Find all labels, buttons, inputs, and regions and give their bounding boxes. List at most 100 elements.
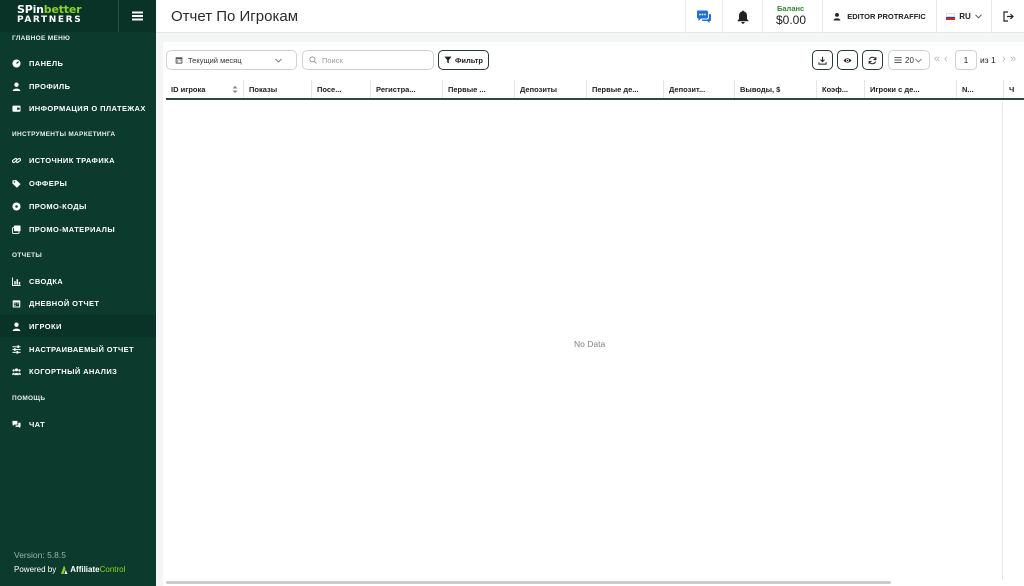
sidebar-item-label: ИГРОКИ [29,321,62,331]
hamburger-icon [132,15,143,17]
first-page-button[interactable]: « [934,54,940,65]
filter-icon [444,56,452,64]
column-header-deposit-amount[interactable]: Депозит... [664,80,735,98]
sidebar-item-traffic-source[interactable]: ИСТОЧНИК ТРАФИКА [0,149,156,171]
sidebar-item-label: ОФФЕРЫ [29,178,68,188]
download-icon [818,56,827,65]
sidebar-item-label: ПРОМО-МАТЕРИАЛЫ [29,224,116,234]
sidebar-item-label: ПАНЕЛЬ [29,58,64,68]
sidebar-item-daily-report[interactable]: ДНЕВНОЙ ОТЧЕТ [0,292,156,314]
prev-page-button[interactable]: ‹ [944,54,948,65]
calendar-icon [12,299,21,308]
list-icon [894,57,902,63]
brand-logo[interactable]: SPinbetter PARTNERS [17,4,82,25]
columns-visibility-button[interactable] [837,50,858,70]
calendar-icon [175,57,183,64]
chevron-down-icon [974,14,982,19]
table-header: ID игрока Показы Посе... Регистра... Пер… [166,80,1024,100]
sidebar-item-players[interactable]: ИГРОКИ [0,315,156,337]
column-label: Показы [249,84,278,94]
tag-icon [12,179,21,188]
filter-button[interactable]: Фильтр [438,50,489,70]
sidebar-item-promo-codes[interactable]: ПРОМО-КОДЫ [0,195,156,217]
sidebar-item-cohort-analysis[interactable]: КОГОРТНЫЙ АНАЛИЗ [0,360,156,382]
search-field[interactable] [302,50,434,70]
section-title-reports: ОТЧЕТЫ [12,252,43,259]
refresh-button[interactable] [862,50,883,70]
column-header-registrations[interactable]: Регистра... [371,80,443,98]
chevron-down-icon [915,58,922,63]
sidebar-item-label: ДНЕВНОЙ ОТЧЕТ [29,298,100,308]
sidebar-item-payment-info[interactable]: ИНФОРМАЦИЯ О ПЛАТЕЖАХ [0,97,156,119]
column-label: Коэф... [822,84,849,94]
search-input[interactable] [322,55,422,65]
double-chevron-right-icon: » [1010,53,1017,65]
notifications-button[interactable] [722,0,762,33]
column-header-players-with-deposits[interactable]: Игроки с де... [865,80,957,98]
column-label: Ч [1009,84,1015,94]
sidebar: SPinbetter PARTNERS ГЛАВНОЕ МЕНЮ ПАНЕЛЬ … [0,0,156,586]
wallet-icon [12,104,21,113]
column-header-withdrawals[interactable]: Выводы, $ [735,80,817,98]
images-icon [12,225,21,234]
column-header-coefficient[interactable]: Коэф... [817,80,865,98]
russia-flag-icon [946,13,956,21]
user-icon [12,82,21,91]
column-header-player-id[interactable]: ID игрока [166,80,244,98]
bell-icon [737,10,748,24]
sidebar-item-label: ИНФОРМАЦИЯ О ПЛАТЕЖАХ [29,103,146,113]
logo-text-partners: PARTNERS [17,15,83,25]
chat-icon [12,420,21,429]
double-chevron-left-icon: « [934,53,941,65]
column-header-ch[interactable]: Ч [1004,80,1024,98]
language-code: RU [959,12,971,21]
sidebar-item-label: СВОДКА [29,276,64,286]
sidebar-item-profile[interactable]: ПРОФИЛЬ [0,75,156,97]
horizontal-scrollbar[interactable] [166,581,891,584]
sliders-icon [12,344,21,354]
logout-icon [1002,11,1014,22]
download-button[interactable] [812,50,833,70]
brand-bar: SPinbetter PARTNERS [0,0,156,32]
messages-button[interactable] [685,0,722,33]
user-name: EDITOR PROTRAFFIC [847,12,926,21]
page-number-input[interactable]: 1 [955,50,977,70]
users-icon [12,367,21,376]
search-icon [309,56,317,64]
promo-code-icon [12,201,21,211]
last-page-button[interactable]: » [1010,54,1016,65]
sidebar-item-custom-report[interactable]: НАСТРАИВАЕМЫЙ ОТЧЕТ [0,338,156,360]
column-header-impressions[interactable]: Показы [244,80,312,98]
menu-toggle-button[interactable] [118,0,156,32]
logout-button[interactable] [991,0,1024,33]
column-header-visits[interactable]: Посе... [312,80,371,98]
user-icon [12,322,21,331]
sort-icon [232,85,238,94]
sidebar-item-promo-materials[interactable]: ПРОМО-МАТЕРИАЛЫ [0,218,156,240]
column-header-n[interactable]: N... [957,80,1004,98]
next-page-button[interactable]: › [1002,54,1006,65]
sidebar-item-chat[interactable]: ЧАТ [0,413,156,435]
column-header-deposits[interactable]: Депозиты [515,80,587,98]
language-selector[interactable]: RU [936,0,991,33]
sidebar-item-label: ПРОМО-КОДЫ [29,201,87,211]
dashboard-icon [12,58,21,68]
chat-bubbles-icon [697,10,711,23]
period-select[interactable]: Текущий месяц [166,50,297,70]
column-label: Игроки с де... [870,84,920,94]
affiliate-control-logo[interactable]: Affiliate Control [60,565,125,574]
page-size-value: 20 [905,55,914,65]
page-size-select[interactable]: 20 [888,50,930,70]
link-icon [12,156,21,165]
user-menu[interactable]: EDITOR PROTRAFFIC [822,0,936,33]
column-header-first[interactable]: Первые ... [443,80,515,98]
sidebar-item-dashboard[interactable]: ПАНЕЛЬ [0,52,156,74]
column-header-first-deposits[interactable]: Первые де... [587,80,664,98]
sidebar-item-label: КОГОРТНЫЙ АНАЛИЗ [29,366,118,376]
sidebar-item-offers[interactable]: ОФФЕРЫ [0,172,156,194]
column-label: Первые де... [592,84,639,94]
sidebar-item-summary[interactable]: СВОДКА [0,270,156,292]
balance-label: Баланс [777,4,805,13]
chart-icon [12,276,21,286]
user-icon [833,12,841,21]
